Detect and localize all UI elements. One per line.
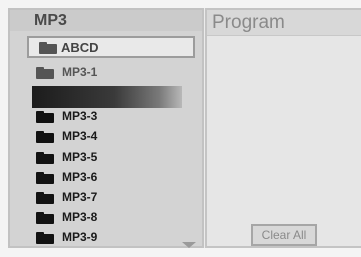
folder-icon [36, 232, 54, 244]
current-folder-box[interactable]: ABCD [27, 36, 195, 58]
mp3-panel-title: MP3 [34, 12, 67, 29]
list-item-mp3-5[interactable]: MP3-5 [36, 149, 196, 167]
list-item-label: MP3-7 [62, 190, 98, 204]
folder-icon [36, 192, 54, 204]
list-item-label: MP3-8 [62, 210, 98, 224]
program-panel: Program Clear All [205, 8, 361, 248]
folder-icon [36, 111, 54, 123]
selected-item-highlight[interactable] [32, 86, 182, 108]
list-item-mp3-7[interactable]: MP3-7 [36, 189, 196, 207]
mp3-browser-panel: MP3 ABCD MP3-1 MP3-3 MP3-4 MP3-5 MP3-6 M… [8, 8, 204, 248]
list-item-mp3-9[interactable]: MP3-9 [36, 229, 196, 247]
folder-icon [39, 42, 57, 54]
clear-all-button[interactable]: Clear All [251, 224, 317, 246]
folder-icon [36, 172, 54, 184]
folder-icon [36, 212, 54, 224]
list-item-mp3-3[interactable]: MP3-3 [36, 108, 196, 126]
list-item-mp3-4[interactable]: MP3-4 [36, 128, 196, 146]
list-item-mp3-1[interactable]: MP3-1 [36, 64, 196, 82]
list-item-label: MP3-1 [62, 65, 98, 79]
list-item-label: MP3-6 [62, 170, 98, 184]
list-item-label: MP3-3 [62, 109, 98, 123]
list-item-label: MP3-5 [62, 150, 98, 164]
list-item-label: MP3-9 [62, 230, 98, 244]
list-item-label: MP3-4 [62, 129, 98, 143]
list-item-mp3-6[interactable]: MP3-6 [36, 169, 196, 187]
mp3-panel-header: MP3 [10, 10, 202, 31]
chevron-down-icon[interactable] [182, 242, 196, 248]
program-panel-header: Program [207, 10, 361, 36]
program-panel-title: Program [212, 12, 285, 33]
folder-icon [36, 131, 54, 143]
current-folder-label: ABCD [61, 40, 99, 55]
folder-icon [36, 67, 54, 79]
mp3-menu-screen: MP3 ABCD MP3-1 MP3-3 MP3-4 MP3-5 MP3-6 M… [8, 8, 361, 248]
folder-icon [36, 152, 54, 164]
list-item-mp3-8[interactable]: MP3-8 [36, 209, 196, 227]
